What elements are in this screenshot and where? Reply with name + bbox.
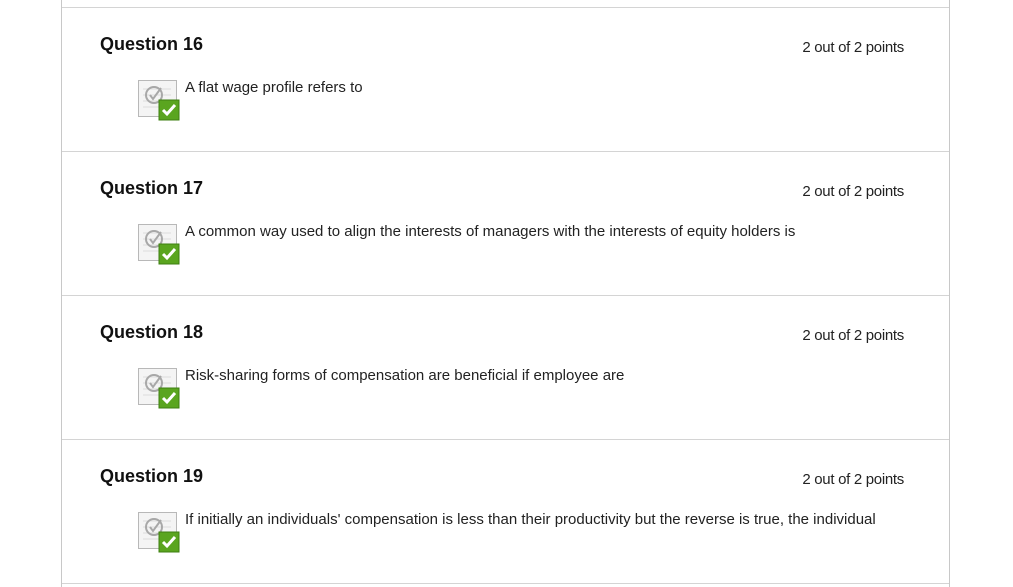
question-title: Question 18 — [100, 322, 204, 342]
question-points: 2 out of 2 points — [802, 327, 904, 344]
question-points: 2 out of 2 points — [802, 183, 904, 200]
correct-check-icon — [137, 510, 181, 554]
question-item: Question 17 2 out of 2 points A common w… — [62, 152, 949, 296]
question-title: Question 19 — [100, 466, 204, 486]
question-text: If initially an individuals' compensatio… — [185, 511, 876, 528]
correct-check-icon — [137, 222, 181, 266]
question-title: Question 16 — [100, 34, 204, 54]
question-item: Question 18 2 out of 2 points Risk-shari… — [62, 296, 949, 440]
question-points: 2 out of 2 points — [802, 471, 904, 488]
question-text: Risk-sharing forms of compensation are b… — [185, 367, 625, 384]
correct-check-icon — [137, 366, 181, 410]
assessment-results-page: Question 16 2 out of 2 points A flat wag… — [0, 0, 1013, 587]
question-list-panel: Question 16 2 out of 2 points A flat wag… — [61, 0, 950, 587]
correct-check-icon — [137, 78, 181, 122]
question-title: Question 17 — [100, 178, 204, 198]
question-text: A flat wage profile refers to — [185, 79, 363, 96]
question-text: A common way used to align the interests… — [185, 223, 796, 240]
question-item: Question 19 2 out of 2 points If initial… — [62, 440, 949, 584]
question-item: Question 16 2 out of 2 points A flat wag… — [62, 8, 949, 152]
question-points: 2 out of 2 points — [802, 39, 904, 56]
